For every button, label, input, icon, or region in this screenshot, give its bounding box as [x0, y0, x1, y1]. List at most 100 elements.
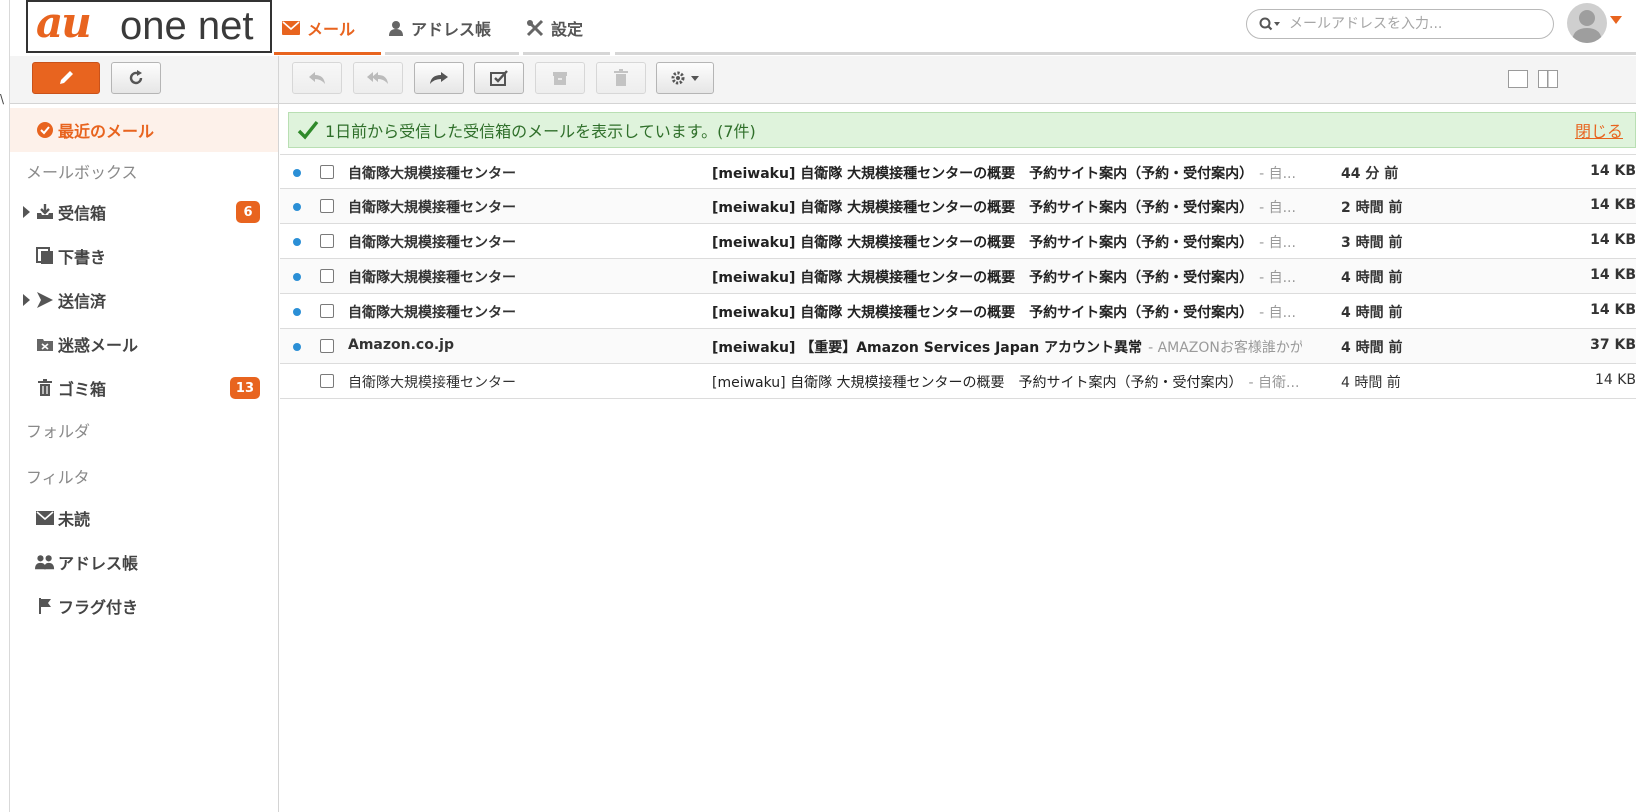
sidebar-item-unread[interactable]: 未読 — [10, 496, 278, 540]
message-checkbox[interactable] — [320, 269, 334, 283]
search-input[interactable] — [1287, 15, 1537, 33]
reply-icon — [309, 72, 325, 84]
sidebar-item-flagged-label: フラグ付き — [58, 598, 139, 617]
filter-notice: 1日前から受信した受信箱のメールを表示しています。(7件) 閉じる — [288, 112, 1636, 148]
tab-mail-label: メール — [307, 20, 356, 39]
sidebar-item-inbox[interactable]: 受信箱 6 — [10, 190, 278, 234]
message-snippet: - 自衛... — [1248, 375, 1300, 391]
sidebar-item-drafts-label: 下書き — [58, 248, 107, 267]
trash-count-badge: 13 — [229, 377, 260, 399]
close-notice-link[interactable]: 閉じる — [1575, 118, 1623, 142]
expand-arrow-icon[interactable] — [23, 294, 30, 306]
filter-notice-text: 1日前から受信した受信箱のメールを表示しています。(7件) — [325, 122, 756, 141]
archive-icon — [553, 72, 567, 85]
tools-icon — [526, 19, 544, 37]
message-size: 14 KB — [1594, 372, 1636, 388]
tab-settings-underline — [523, 52, 610, 55]
expand-arrow-icon[interactable] — [23, 206, 30, 218]
message-list: 自衛隊大規模接種センター [meiwaku] 自衛隊 大規模接種センターの概要 予… — [280, 154, 1636, 399]
single-pane-view-icon[interactable] — [1508, 70, 1528, 88]
reply-button[interactable] — [292, 62, 342, 94]
spam-folder-icon — [35, 334, 55, 354]
tab-address-book[interactable]: アドレス帳 — [388, 0, 508, 56]
message-checkbox[interactable] — [320, 234, 334, 248]
message-checkbox[interactable] — [320, 374, 334, 388]
trash-icon — [35, 378, 55, 398]
sidebar-item-spam-label: 迷惑メール — [58, 336, 139, 355]
archive-button[interactable] — [535, 62, 585, 94]
tab-mail[interactable]: メール — [282, 0, 370, 56]
message-checkbox[interactable] — [320, 165, 334, 179]
message-subject: [meiwaku] 自衛隊 大規模接種センターの概要 予約サイト案内（予約・受付… — [712, 232, 1302, 252]
message-from: 自衛隊大規模接種センター — [348, 270, 516, 286]
inbox-unread-badge: 6 — [236, 201, 260, 223]
toolbar-divider — [278, 56, 279, 104]
message-time: 4 時間 前 — [1341, 305, 1403, 321]
refresh-button[interactable] — [111, 62, 161, 94]
message-subject-text: [meiwaku] 自衛隊 大規模接種センターの概要 予約サイト案内（予約・受付… — [712, 305, 1254, 321]
sidebar-heading-filter[interactable]: フィルタ — [26, 464, 90, 488]
message-subject: [meiwaku] 【重要】Amazon Services Japan アカウン… — [712, 337, 1302, 357]
message-row[interactable]: 自衛隊大規模接種センター [meiwaku] 自衛隊 大規模接種センターの概要 予… — [280, 154, 1636, 189]
message-size: 14 KB — [1590, 267, 1636, 283]
flag-icon — [35, 596, 55, 616]
account-menu-caret-icon[interactable] — [1610, 16, 1622, 24]
split-pane-view-icon[interactable] — [1538, 70, 1558, 88]
message-row[interactable]: 自衛隊大規模接種センター [meiwaku] 自衛隊 大規模接種センターの概要 予… — [280, 224, 1636, 259]
message-checkbox[interactable] — [320, 199, 334, 213]
tab-address-book-label: アドレス帳 — [411, 20, 492, 39]
message-row[interactable]: 自衛隊大規模接種センター [meiwaku] 自衛隊 大規模接種センターの概要 予… — [280, 364, 1636, 399]
sidebar-item-trash[interactable]: ゴミ箱 13 — [10, 366, 278, 410]
message-snippet: - 自... — [1259, 305, 1296, 321]
message-row[interactable]: Amazon.co.jp [meiwaku] 【重要】Amazon Service… — [280, 329, 1636, 364]
message-from: 自衛隊大規模接種センター — [348, 235, 516, 251]
search-icon — [1259, 17, 1280, 31]
message-subject: [meiwaku] 自衛隊 大規模接種センターの概要 予約サイト案内（予約・受付… — [712, 302, 1302, 322]
reply-all-button[interactable] — [353, 62, 403, 94]
sidebar-item-address-book-label: アドレス帳 — [58, 554, 139, 573]
sidebar-item-flagged[interactable]: フラグ付き — [10, 584, 278, 628]
message-subject-text: [meiwaku] 自衛隊 大規模接種センターの概要 予約サイト案内（予約・受付… — [712, 166, 1254, 182]
sidebar-heading-folder[interactable]: フォルダ — [26, 418, 90, 442]
settings-menu-button[interactable] — [656, 62, 714, 94]
message-time: 44 分 前 — [1341, 166, 1399, 182]
message-size: 14 KB — [1590, 197, 1636, 213]
message-snippet: - 自... — [1259, 270, 1296, 286]
search-box[interactable] — [1246, 9, 1554, 39]
trash-icon — [614, 69, 628, 86]
delete-button[interactable] — [596, 62, 646, 94]
sidebar-item-recent-label: 最近のメール — [58, 122, 155, 141]
message-row[interactable]: 自衛隊大規模接種センター [meiwaku] 自衛隊 大規模接種センターの概要 予… — [280, 294, 1636, 329]
sidebar: 最近のメール メールボックス 受信箱 6 下書き 送信済 迷惑メール ゴミ箱 1… — [10, 104, 279, 812]
message-time: 4 時間 前 — [1341, 340, 1403, 356]
compose-button[interactable] — [32, 62, 100, 94]
unread-dot-icon — [293, 308, 301, 316]
refresh-icon — [129, 70, 143, 85]
tab-settings[interactable]: 設定 — [526, 0, 606, 56]
logo[interactable]: au one net — [26, 0, 272, 53]
sidebar-item-unread-label: 未読 — [58, 510, 91, 529]
user-silhouette-icon — [1572, 10, 1602, 43]
sidebar-item-sent[interactable]: 送信済 — [10, 278, 278, 322]
avatar[interactable] — [1567, 3, 1607, 43]
mark-read-button[interactable] — [474, 62, 524, 94]
check-circle-icon — [35, 120, 55, 140]
message-checkbox[interactable] — [320, 304, 334, 318]
message-snippet: - 自... — [1259, 235, 1296, 251]
message-subject: [meiwaku] 自衛隊 大規模接種センターの概要 予約サイト案内（予約・受付… — [712, 197, 1302, 217]
forward-button[interactable] — [414, 62, 464, 94]
message-row[interactable]: 自衛隊大規模接種センター [meiwaku] 自衛隊 大規模接種センターの概要 予… — [280, 189, 1636, 224]
message-from: 自衛隊大規模接種センター — [348, 305, 516, 321]
message-time: 3 時間 前 — [1341, 235, 1403, 251]
sidebar-item-recent[interactable]: 最近のメール — [10, 108, 278, 152]
message-checkbox[interactable] — [320, 339, 334, 353]
sidebar-item-spam[interactable]: 迷惑メール — [10, 322, 278, 366]
message-row[interactable]: 自衛隊大規模接種センター [meiwaku] 自衛隊 大規模接種センターの概要 予… — [280, 259, 1636, 294]
sidebar-item-address-book[interactable]: アドレス帳 — [10, 540, 278, 584]
sidebar-item-drafts[interactable]: 下書き — [10, 234, 278, 278]
nav-rule — [615, 52, 1636, 55]
message-subject-text: [meiwaku] 自衛隊 大規模接種センターの概要 予約サイト案内（予約・受付… — [712, 200, 1254, 216]
forward-icon — [430, 72, 448, 84]
chevron-down-icon — [691, 76, 699, 81]
message-snippet: - 自... — [1259, 166, 1296, 182]
